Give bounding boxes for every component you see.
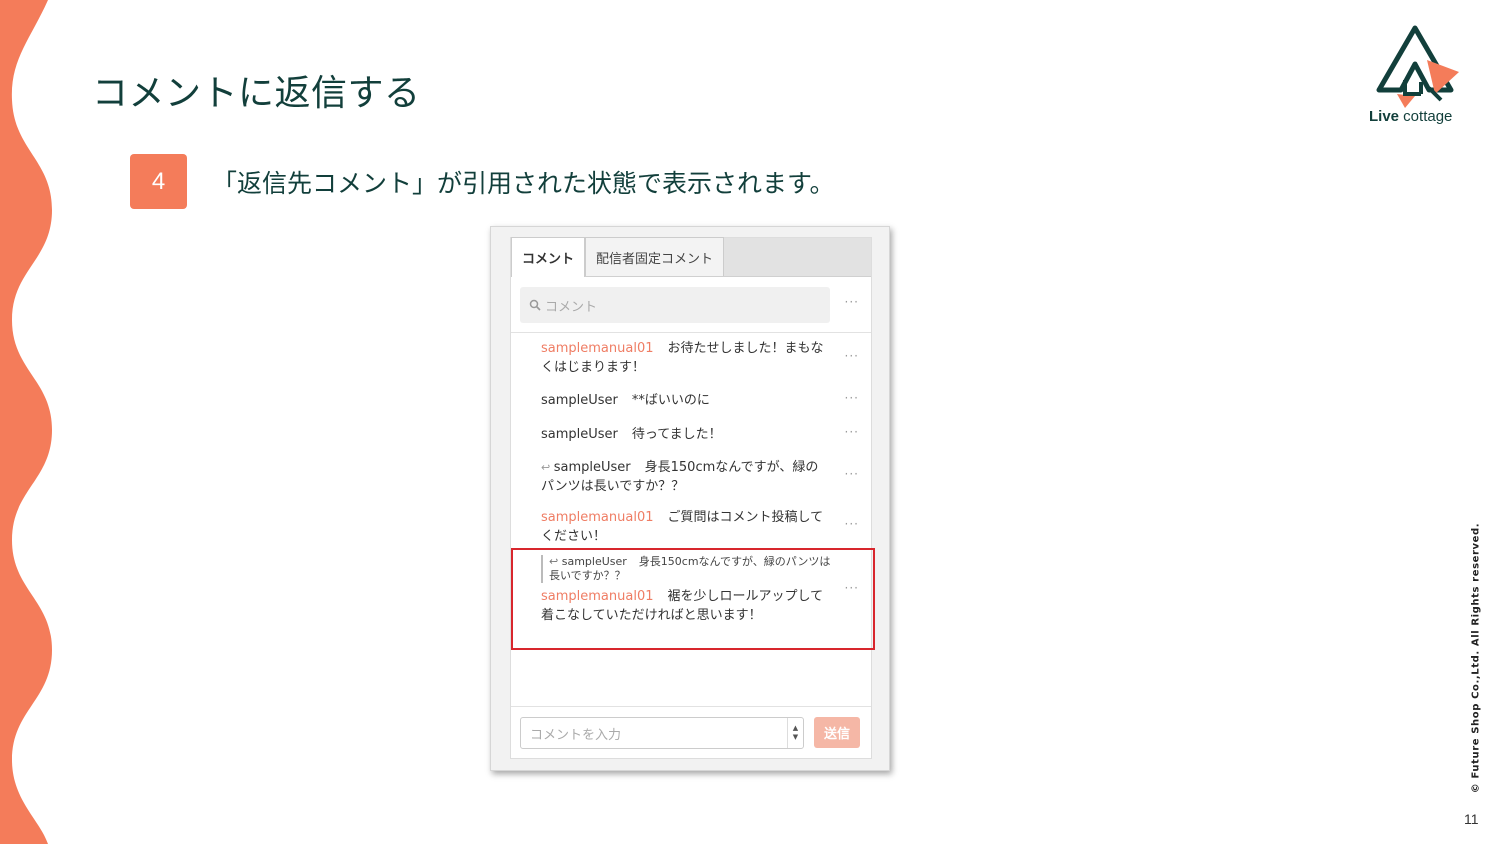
comment-item: sampleUser **ばいいのに (541, 391, 831, 410)
tab-bar: コメント 配信者固定コメント (511, 237, 871, 277)
send-button[interactable]: 送信 (814, 717, 860, 748)
page-title: コメントに返信する (92, 73, 421, 114)
comment-menu-icon[interactable]: ··· (845, 425, 859, 439)
comment-menu-icon[interactable]: ··· (845, 391, 859, 405)
comment-input[interactable]: コメントを入力 ▲ ▼ (520, 717, 804, 749)
highlight-frame (511, 548, 875, 650)
search-icon (529, 299, 541, 311)
comment-item: ↩ sampleUser 身長150cmなんですが、緑のパンツは長いですか？？ (541, 458, 831, 496)
search-row: コメント ··· (511, 277, 871, 333)
comment-item: samplemanual01 ご質問はコメント投稿してください！ (541, 508, 831, 546)
brand-logo: Live cottage (1365, 24, 1470, 129)
comment-username: sampleUser (541, 393, 618, 408)
comment-username: samplemanual01 (541, 341, 654, 356)
cottage-logo-icon (1376, 25, 1459, 108)
comment-menu-icon[interactable]: ··· (845, 517, 859, 531)
search-menu-icon[interactable]: ··· (845, 295, 859, 309)
brand-logo-text: Live cottage (1369, 108, 1453, 125)
comment-panel-screenshot: コメント 配信者固定コメント コメント ··· samplemanual01 お待… (490, 226, 890, 771)
step-number-badge: 4 (130, 154, 187, 209)
search-input[interactable]: コメント (520, 287, 830, 323)
decorative-wave (0, 0, 52, 844)
tab-comments[interactable]: コメント (511, 237, 586, 277)
page-number: 11 (1464, 811, 1479, 827)
comment-menu-icon[interactable]: ··· (845, 349, 859, 363)
tab-pinned-comments[interactable]: 配信者固定コメント (585, 237, 725, 276)
comment-text: 待ってました！ (631, 427, 722, 442)
comment-panel: コメント 配信者固定コメント コメント ··· samplemanual01 お待… (510, 237, 875, 759)
comment-username: samplemanual01 (541, 510, 654, 525)
search-placeholder: コメント (545, 299, 598, 315)
reply-arrow-icon: ↩ (541, 461, 554, 474)
copyright-notice: © Future Shop Co.,Ltd. All Rights reserv… (1470, 522, 1482, 794)
comment-username: sampleUser (553, 460, 631, 475)
stepper-arrows-icon[interactable]: ▲ ▼ (787, 718, 803, 748)
comment-input-row: コメントを入力 ▲ ▼ 送信 (511, 706, 871, 758)
comment-username: sampleUser (541, 427, 618, 442)
comment-input-placeholder: コメントを入力 (530, 727, 622, 743)
comment-item: samplemanual01 お待たせしました！まもなくはじまります！ (541, 339, 831, 377)
comment-item: sampleUser 待ってました！ (541, 425, 831, 444)
comment-text: **ばいいのに (631, 393, 710, 408)
step-description: 「返信先コメント」が引用された状態で表示されます。 (212, 169, 835, 198)
comment-menu-icon[interactable]: ··· (845, 467, 859, 481)
